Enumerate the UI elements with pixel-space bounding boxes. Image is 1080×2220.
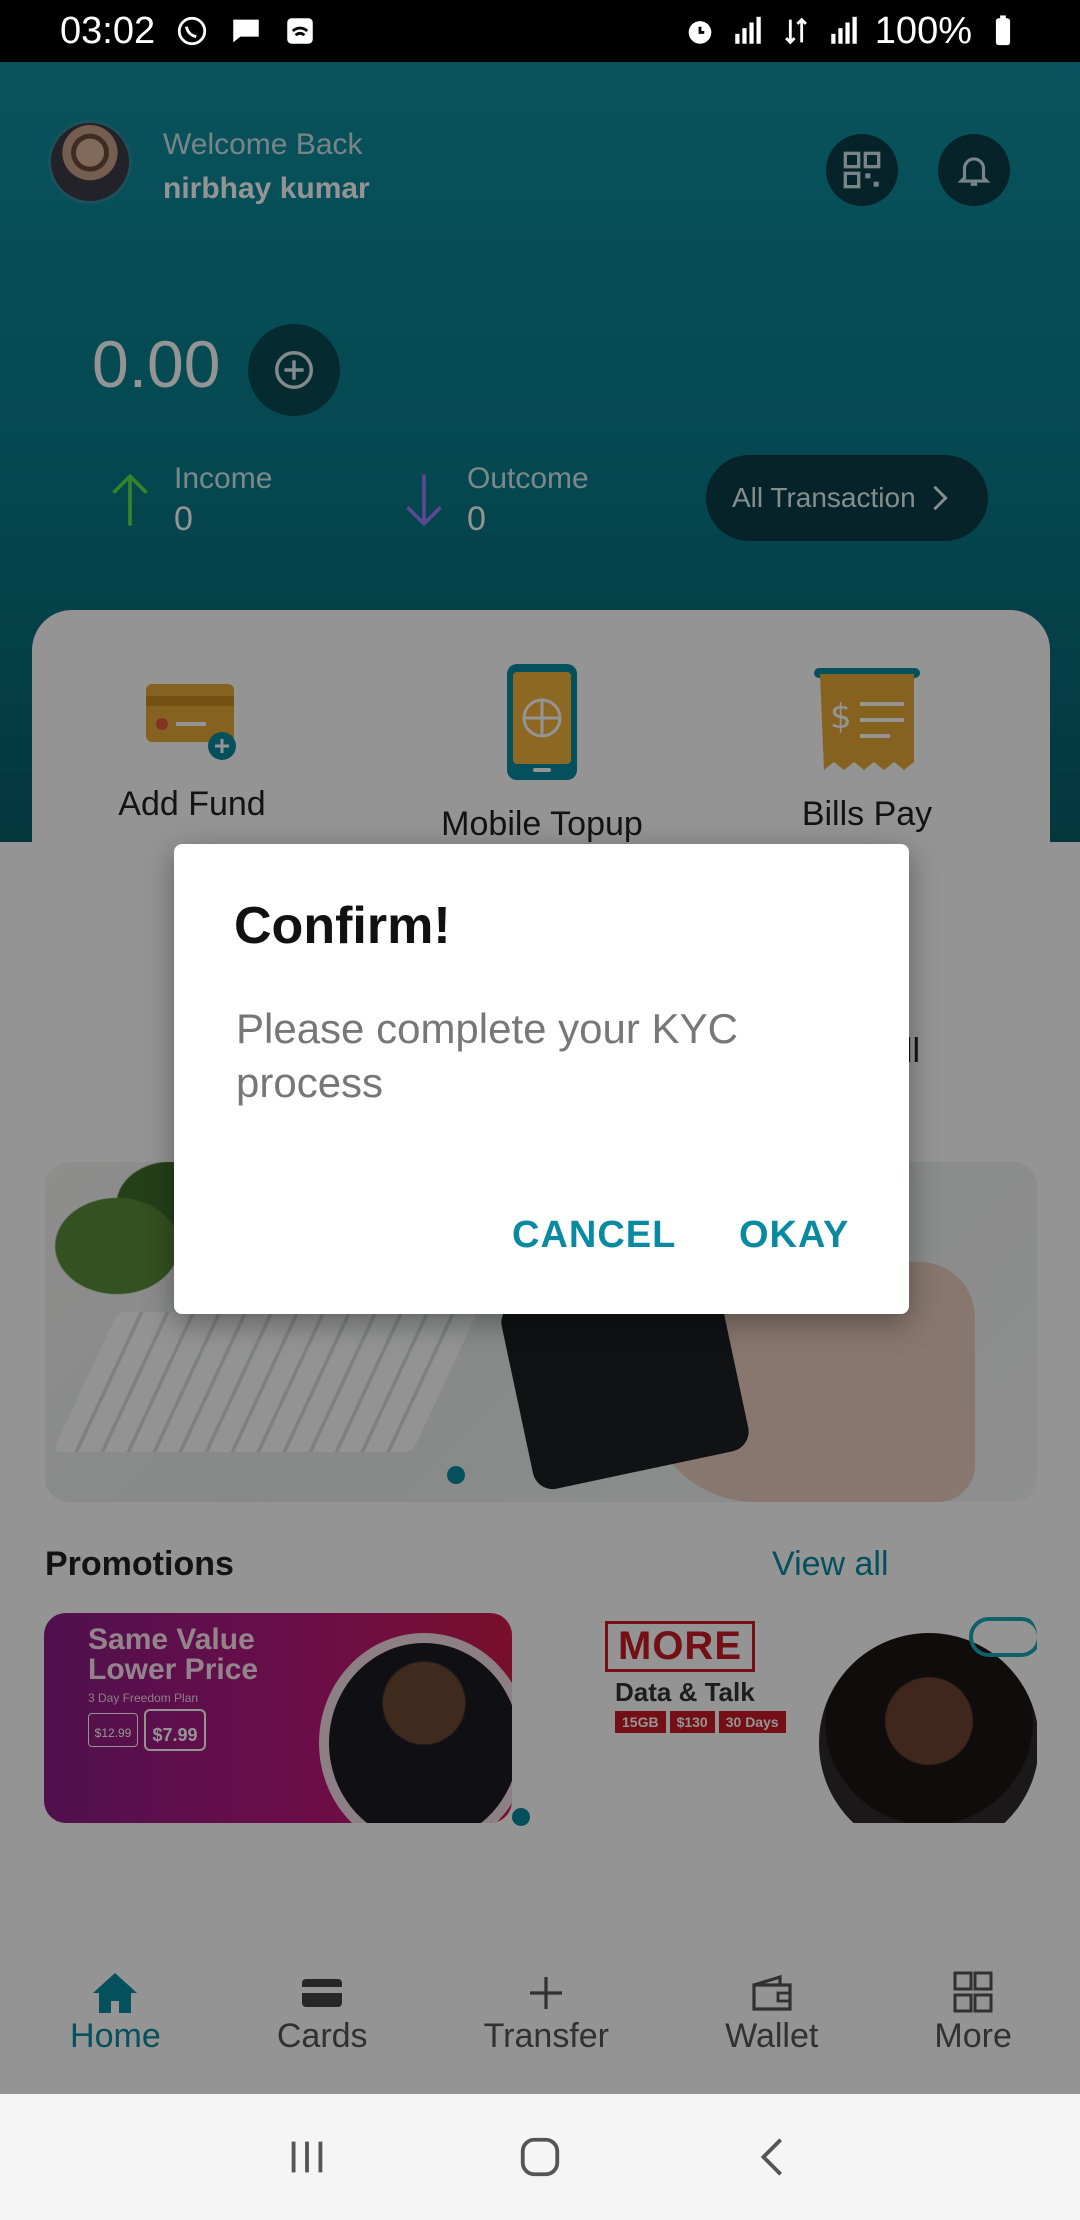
battery-percent: 100%: [874, 9, 972, 52]
recent-apps-icon[interactable]: [284, 2134, 330, 2180]
signal-icon-2: [831, 16, 857, 44]
status-time: 03:02: [60, 9, 156, 52]
confirm-dialog: Confirm! Please complete your KYC proces…: [174, 844, 909, 1314]
alarm-icon: [688, 21, 712, 44]
status-bar: 03:02 100%: [0, 0, 1080, 62]
whatsapp-icon: [177, 16, 207, 46]
signal-icon: [735, 16, 761, 44]
dialog-message: Please complete your KYC process: [236, 1005, 738, 1106]
home-button-icon[interactable]: [517, 2134, 563, 2180]
cancel-button[interactable]: CANCEL: [512, 1214, 676, 1257]
lte-icon: [784, 17, 807, 45]
wifi-hotspot-icon: [287, 18, 313, 44]
battery-icon: [995, 15, 1011, 46]
message-icon: [233, 19, 259, 43]
system-nav-bar: [0, 2094, 1080, 2220]
dialog-title: Confirm!: [234, 897, 451, 955]
okay-button[interactable]: OKAY: [739, 1214, 849, 1257]
back-icon[interactable]: [750, 2134, 796, 2180]
